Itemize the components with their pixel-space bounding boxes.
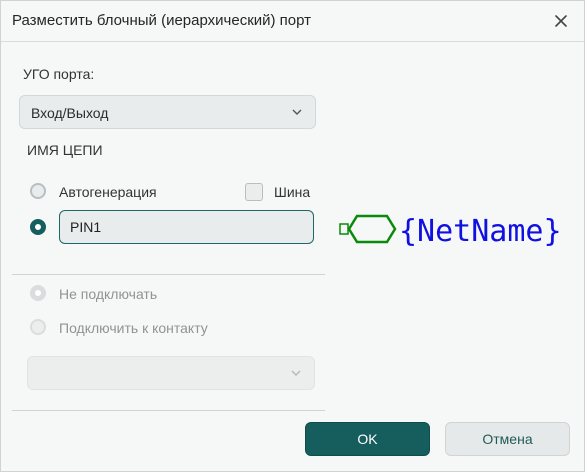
net-name-input[interactable] xyxy=(59,210,314,244)
autogen-radio[interactable] xyxy=(30,183,46,199)
port-symbol-preview-icon: {NetName} xyxy=(339,214,562,249)
section-divider xyxy=(12,274,325,275)
chevron-down-icon xyxy=(292,109,302,115)
bus-checkbox[interactable] xyxy=(245,183,263,201)
ok-button[interactable]: OK xyxy=(305,422,430,456)
chevron-down-icon xyxy=(291,370,301,376)
preview-netname-text: {NetName} xyxy=(399,214,562,249)
close-icon xyxy=(555,15,567,27)
bottom-divider xyxy=(12,410,325,411)
manual-name-radio[interactable] xyxy=(30,219,46,235)
port-preview: {NetName} xyxy=(337,209,567,258)
dialog-title: Разместить блочный (иерархический) порт xyxy=(12,12,312,29)
close-button[interactable] xyxy=(547,7,575,35)
connect-to-pin-radio[interactable] xyxy=(30,319,46,335)
title-bar: Разместить блочный (иерархический) порт xyxy=(1,1,584,42)
net-name-section-label: ИМЯ ЦЕПИ xyxy=(27,142,103,158)
no-connect-label: Не подключать xyxy=(59,286,158,302)
place-port-dialog: Разместить блочный (иерархический) порт … xyxy=(0,0,585,472)
port-symbol-select[interactable]: Вход/Выход xyxy=(19,95,316,129)
bus-label: Шина xyxy=(274,184,311,200)
port-symbol-label: УГО порта: xyxy=(23,66,95,82)
autogen-label: Автогенерация xyxy=(59,184,157,200)
connect-to-pin-label: Подключить к контакту xyxy=(59,320,208,336)
no-connect-radio[interactable] xyxy=(30,285,46,301)
port-symbol-value: Вход/Выход xyxy=(31,105,109,121)
pin-select[interactable] xyxy=(27,356,315,390)
cancel-button[interactable]: Отмена xyxy=(445,422,570,456)
